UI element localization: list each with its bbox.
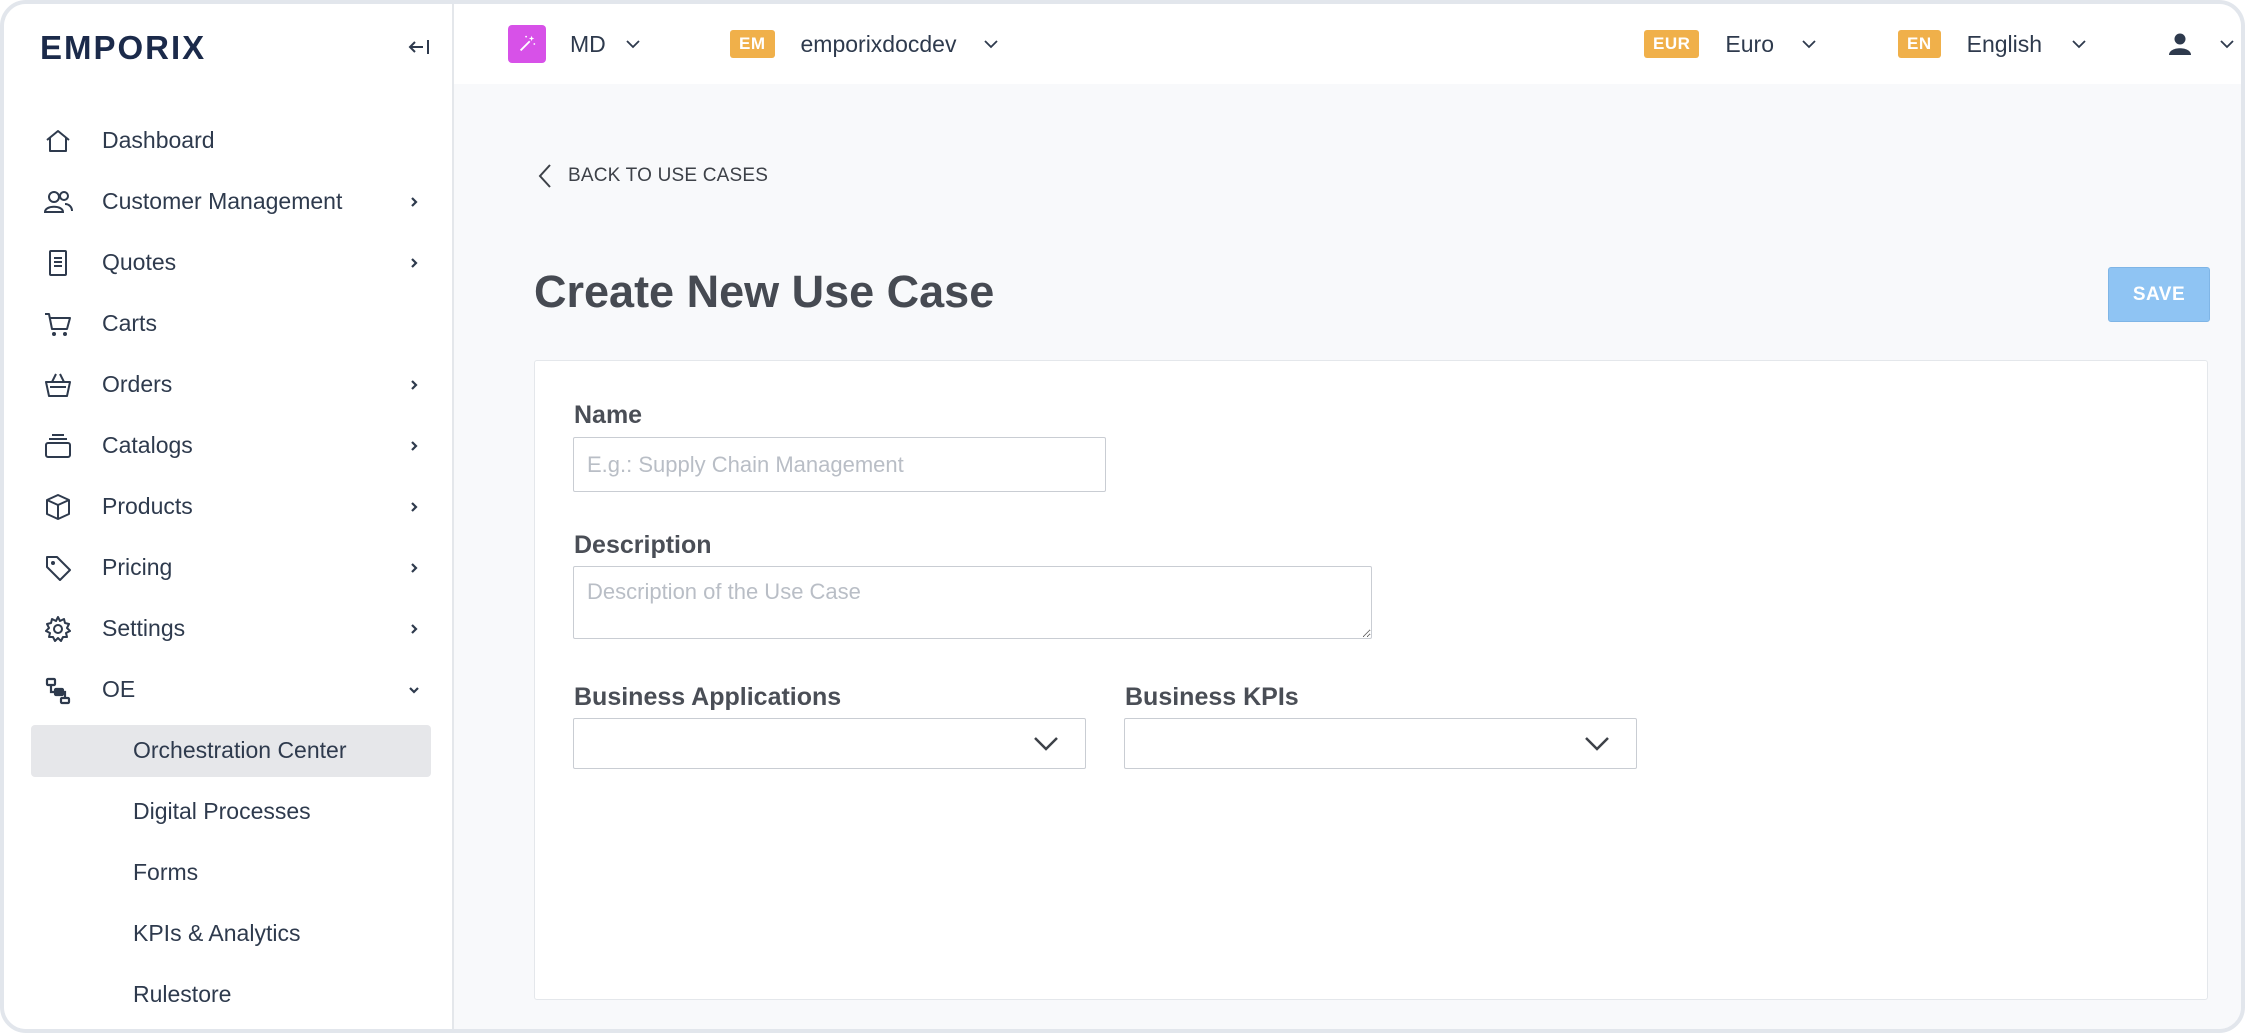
emporix-logo: EMPORIX xyxy=(40,29,206,66)
document-icon xyxy=(49,249,67,276)
language-label: English xyxy=(1966,30,2043,57)
business-applications-label: Business Applications xyxy=(574,683,842,711)
name-input[interactable] xyxy=(573,437,1106,492)
description-label: Description xyxy=(574,531,712,559)
sidebar-item-label: Products xyxy=(102,493,193,519)
chevron-left-icon xyxy=(538,164,551,188)
sidebar-subitem-rulestore[interactable]: Rulestore xyxy=(4,964,452,1025)
sidebar-item-label: Dashboard xyxy=(102,127,215,153)
language-badge: EN xyxy=(1898,30,1941,58)
sidebar-subitem-orchestration-center[interactable]: Orchestration Center xyxy=(4,720,452,781)
sidebar-subitem-digital-processes[interactable]: Digital Processes xyxy=(4,781,452,842)
currency-badge: EUR xyxy=(1644,30,1700,58)
use-case-form: Name Description Business Applications B… xyxy=(534,360,2208,1000)
sidebar-item-label: Carts xyxy=(102,310,157,336)
business-kpis-select[interactable] xyxy=(1124,718,1637,769)
back-link-label: BACK TO USE CASES xyxy=(568,165,769,186)
sidebar-subitem-label: KPIs & Analytics xyxy=(133,920,301,946)
sidebar-item-customer-management[interactable]: Customer Management xyxy=(4,171,452,232)
chevron-right-icon xyxy=(411,379,418,390)
sidebar-item-label: Quotes xyxy=(102,249,177,275)
users-icon xyxy=(43,190,73,213)
sidebar-item-products[interactable]: Products xyxy=(4,476,452,537)
sidebar-item-label: OE xyxy=(102,676,136,702)
chevron-right-icon xyxy=(411,257,418,268)
chevron-down-icon xyxy=(626,40,640,49)
sidebar-subitem-label: Orchestration Center xyxy=(133,737,347,763)
app-window: EMPORIX Dashboard Customer Management Qu… xyxy=(0,0,2245,1033)
collapse-left-icon xyxy=(408,40,429,54)
workflow-icon xyxy=(45,677,71,704)
tenant-badge: EM xyxy=(730,30,775,58)
sidebar-item-settings[interactable]: Settings xyxy=(4,598,452,659)
sidebar-item-label: Pricing xyxy=(102,554,173,580)
chevron-right-icon xyxy=(411,623,418,634)
sidebar-item-oe[interactable]: OE xyxy=(4,659,452,720)
tenant-label: emporixdocdev xyxy=(800,30,957,57)
chevron-down-icon xyxy=(2220,40,2234,49)
sidebar-item-dashboard[interactable]: Dashboard xyxy=(4,110,452,171)
box-icon xyxy=(46,493,70,520)
sidebar: EMPORIX Dashboard Customer Management Qu… xyxy=(4,4,454,1029)
top-bar: MD EM emporixdocdev EUR Euro EN English xyxy=(454,4,2241,84)
sidebar-subitem-label: Rulestore xyxy=(133,981,232,1007)
language-selector[interactable]: EN English xyxy=(1898,4,2090,84)
sidebar-subitem-forms[interactable]: Forms xyxy=(4,842,452,903)
chevron-down-icon xyxy=(1802,40,1816,49)
sidebar-item-carts[interactable]: Carts xyxy=(4,293,452,354)
description-input[interactable] xyxy=(573,566,1372,639)
sidebar-item-catalogs[interactable]: Catalogs xyxy=(4,415,452,476)
site-selector[interactable]: MD xyxy=(508,4,644,84)
layers-icon xyxy=(45,433,71,458)
magic-wand-icon xyxy=(508,25,546,63)
site-label: MD xyxy=(570,30,606,57)
tenant-selector[interactable]: EM emporixdocdev xyxy=(730,4,1002,84)
sidebar-item-orders[interactable]: Orders xyxy=(4,354,452,415)
user-menu[interactable] xyxy=(2166,4,2238,84)
cart-icon xyxy=(45,312,71,336)
business-applications-select[interactable] xyxy=(573,718,1086,769)
currency-label: Euro xyxy=(1725,30,1774,57)
chevron-down-icon xyxy=(984,40,999,49)
sidebar-subitem-kpis-analytics[interactable]: KPIs & Analytics xyxy=(4,903,452,964)
business-kpis-label: Business KPIs xyxy=(1125,683,1299,711)
chevron-right-icon xyxy=(411,196,418,207)
tag-icon xyxy=(46,555,71,581)
chevron-down-icon xyxy=(2072,40,2086,49)
chevron-down-icon xyxy=(409,686,419,694)
sidebar-item-label: Catalogs xyxy=(102,432,193,458)
sidebar-subitem-label: Digital Processes xyxy=(133,798,311,824)
basket-icon xyxy=(45,373,71,397)
sidebar-item-label: Orders xyxy=(102,371,173,397)
sidebar-item-label: Customer Management xyxy=(102,188,343,214)
chevron-right-icon xyxy=(411,501,418,512)
svg-text:EMPORIX: EMPORIX xyxy=(40,29,206,66)
sidebar-nav: Dashboard Customer Management Quotes Car… xyxy=(4,110,452,1025)
sidebar-item-label: Settings xyxy=(102,615,186,641)
sidebar-subitem-label: Forms xyxy=(133,859,199,885)
chevron-right-icon xyxy=(411,562,418,573)
sidebar-item-quotes[interactable]: Quotes xyxy=(4,232,452,293)
page-title: Create New Use Case xyxy=(534,266,995,317)
user-icon xyxy=(2169,33,2191,55)
sidebar-item-pricing[interactable]: Pricing xyxy=(4,537,452,598)
gear-icon xyxy=(45,615,71,642)
back-to-use-cases-link[interactable]: BACK TO USE CASES xyxy=(536,162,768,190)
currency-selector[interactable]: EUR Euro xyxy=(1644,4,1820,84)
chevron-right-icon xyxy=(411,440,418,451)
chevron-down-icon xyxy=(1585,737,1609,751)
name-label: Name xyxy=(574,401,643,429)
save-button[interactable]: SAVE xyxy=(2108,267,2210,322)
collapse-sidebar-button[interactable] xyxy=(402,30,436,64)
main-content: BACK TO USE CASES Create New Use Case SA… xyxy=(456,84,2241,1029)
home-icon xyxy=(46,129,70,152)
chevron-down-icon xyxy=(1034,737,1058,751)
